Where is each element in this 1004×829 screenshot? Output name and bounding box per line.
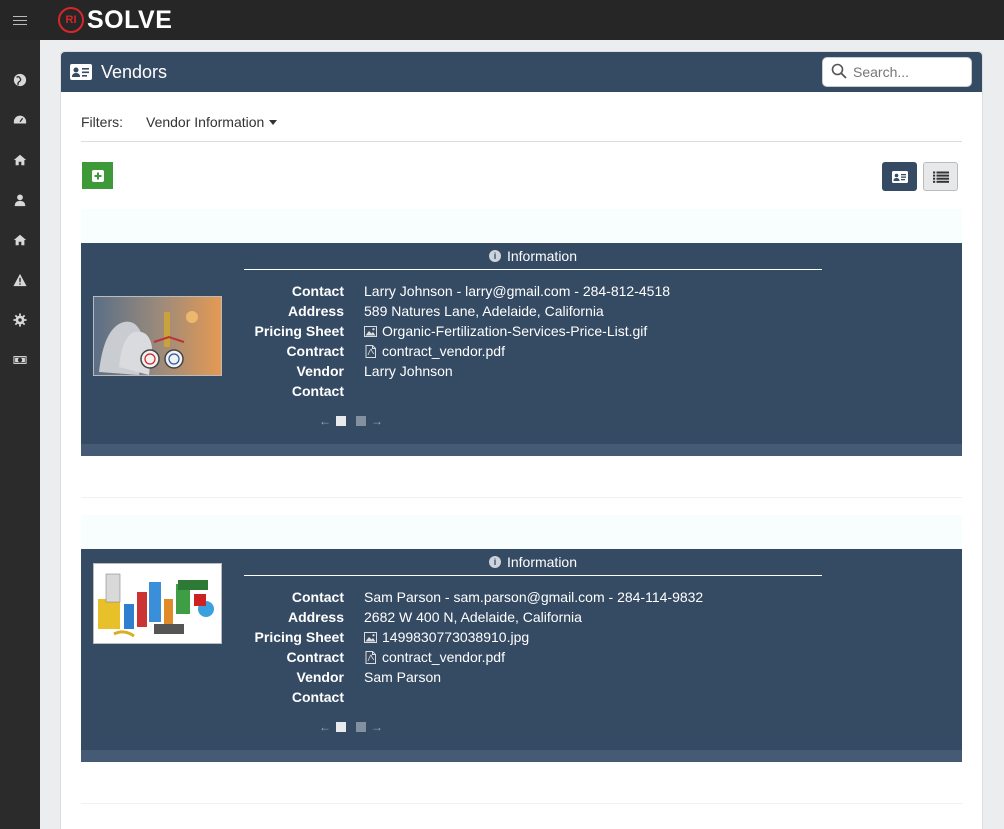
vcard-icon (891, 170, 908, 183)
pager-dot[interactable] (356, 722, 366, 732)
pdf-file-icon (365, 650, 376, 664)
detail-label: Pricing Sheet (254, 323, 344, 339)
add-vendor-button[interactable] (82, 162, 113, 189)
panel-header: Vendors (61, 52, 982, 92)
info-icon: i (488, 556, 501, 568)
detail-row: Vendor Larry Johnson (244, 361, 670, 381)
carousel-pager: ← → (319, 720, 383, 734)
information-header: i Information (244, 243, 822, 270)
detail-row: Address 2682 W 400 N, Adelaide, Californ… (244, 607, 703, 627)
detail-value: Larry Johnson (364, 363, 453, 379)
list-icon (932, 171, 949, 183)
vendor-details: Contact Larry Johnson - larry@gmail.com … (244, 281, 670, 401)
caret-down-icon (269, 119, 278, 125)
contract-link[interactable]: contract_vendor.pdf (364, 649, 505, 665)
pricing-sheet-link[interactable]: Organic-Fertilization-Services-Price-Lis… (364, 323, 647, 339)
detail-label: Vendor (296, 669, 344, 685)
filters-label: Filters: (81, 114, 123, 130)
contract-filename: contract_vendor.pdf (382, 649, 505, 665)
plus-square-icon (91, 169, 104, 182)
contract-link[interactable]: contract_vendor.pdf (364, 343, 505, 359)
search-box[interactable] (822, 57, 972, 87)
detail-label: Address (287, 609, 344, 625)
carousel-pager: ← → (319, 414, 383, 428)
detail-row: Pricing Sheet Organic-Fertilization-Serv… (244, 321, 670, 341)
detail-value: Sam Parson - sam.parson@gmail.com - 284-… (364, 589, 704, 605)
image-file-icon (364, 325, 377, 337)
contract-filename: contract_vendor.pdf (382, 343, 505, 359)
list-view-button[interactable] (923, 162, 958, 191)
detail-value: Larry Johnson - larry@gmail.com - 284-81… (364, 283, 671, 299)
detail-row: Contact Sam Parson - sam.parson@gmail.co… (244, 587, 703, 607)
menu-toggle-icon[interactable] (0, 0, 40, 40)
arrow-left-icon[interactable]: ← (319, 414, 331, 428)
globe-icon[interactable] (0, 60, 40, 100)
pager-dot[interactable] (336, 416, 346, 426)
vendor-card[interactable]: i Information Contact Sam Parson - sam.p… (81, 515, 962, 804)
information-title: Information (506, 248, 578, 264)
logo-text: SOLVE (87, 5, 173, 34)
detail-value: Sam Parson (364, 669, 442, 685)
arrow-right-icon[interactable]: → (371, 414, 383, 428)
arrow-right-icon[interactable]: → (371, 720, 383, 734)
vendor-thumbnail[interactable] (93, 296, 222, 376)
detail-label: Contact (291, 283, 344, 299)
home-icon[interactable] (0, 140, 40, 180)
home-icon[interactable] (0, 220, 40, 260)
detail-label: Contact (291, 589, 344, 605)
information-header: i Information (244, 549, 822, 576)
detail-row: Contact Larry Johnson - larry@gmail.com … (244, 281, 670, 301)
vendor-card-body: i Information Contact Sam Parson - sam.p… (81, 549, 962, 750)
detail-label: Contact (291, 689, 344, 705)
detail-value: 2682 W 400 N, Adelaide, California (364, 609, 582, 625)
detail-value: 589 Natures Lane, Adelaide, California (364, 303, 604, 319)
vendor-details: Contact Sam Parson - sam.parson@gmail.co… (244, 587, 704, 707)
filters-bar: Filters: Vendor Information (81, 114, 962, 142)
vendor-card-body: i Information Contact Larry Johnson - la… (81, 243, 962, 444)
money-icon[interactable] (0, 340, 40, 380)
pager-dot[interactable] (356, 416, 366, 426)
dashboard-icon[interactable] (0, 100, 40, 140)
detail-row: Contract contract_vendor.pdf (244, 647, 703, 667)
vendor-thumbnail[interactable] (93, 563, 222, 644)
pricing-sheet-filename: Organic-Fertilization-Services-Price-Lis… (382, 323, 648, 339)
user-icon[interactable] (0, 180, 40, 220)
detail-label: Pricing Sheet (254, 629, 344, 645)
top-bar: RI SOLVE (0, 0, 1004, 40)
filter-dropdown-label: Vendor Information (146, 114, 265, 130)
detail-label: Vendor (296, 363, 344, 379)
arrow-left-icon[interactable]: ← (319, 720, 331, 734)
detail-label: Contract (286, 649, 344, 665)
card-view-button[interactable] (882, 162, 917, 191)
detail-row: Contact (244, 381, 670, 401)
app-logo[interactable]: RI SOLVE (58, 6, 172, 35)
filter-dropdown[interactable]: Vendor Information (146, 114, 278, 130)
detail-row: Contract contract_vendor.pdf (244, 341, 670, 361)
vendor-card[interactable]: i Information Contact Larry Johnson - la… (81, 209, 962, 498)
warning-icon[interactable] (0, 260, 40, 300)
vcard-icon (70, 64, 92, 80)
vendors-panel: Vendors Filters: Vendor Information (60, 51, 983, 829)
detail-row: Contact (244, 687, 703, 707)
pricing-sheet-filename: 1499830773038910.jpg (382, 629, 530, 645)
detail-row: Address 589 Natures Lane, Adelaide, Cali… (244, 301, 670, 321)
gear-icon[interactable] (0, 300, 40, 340)
search-icon (831, 63, 847, 82)
detail-label: Address (287, 303, 344, 319)
detail-label: Contract (286, 343, 344, 359)
sidebar (0, 40, 40, 829)
pdf-file-icon (365, 344, 376, 358)
logo-mark: RI (58, 7, 84, 33)
pricing-sheet-link[interactable]: 1499830773038910.jpg (364, 629, 529, 645)
detail-label: Contact (291, 383, 344, 399)
information-title: Information (506, 554, 578, 570)
info-icon: i (488, 250, 501, 262)
detail-row: Pricing Sheet 1499830773038910.jpg (244, 627, 703, 647)
image-file-icon (364, 631, 377, 643)
page-title: Vendors (101, 61, 168, 82)
pager-dot[interactable] (336, 722, 346, 732)
detail-row: Vendor Sam Parson (244, 667, 703, 687)
search-input[interactable] (853, 64, 963, 80)
